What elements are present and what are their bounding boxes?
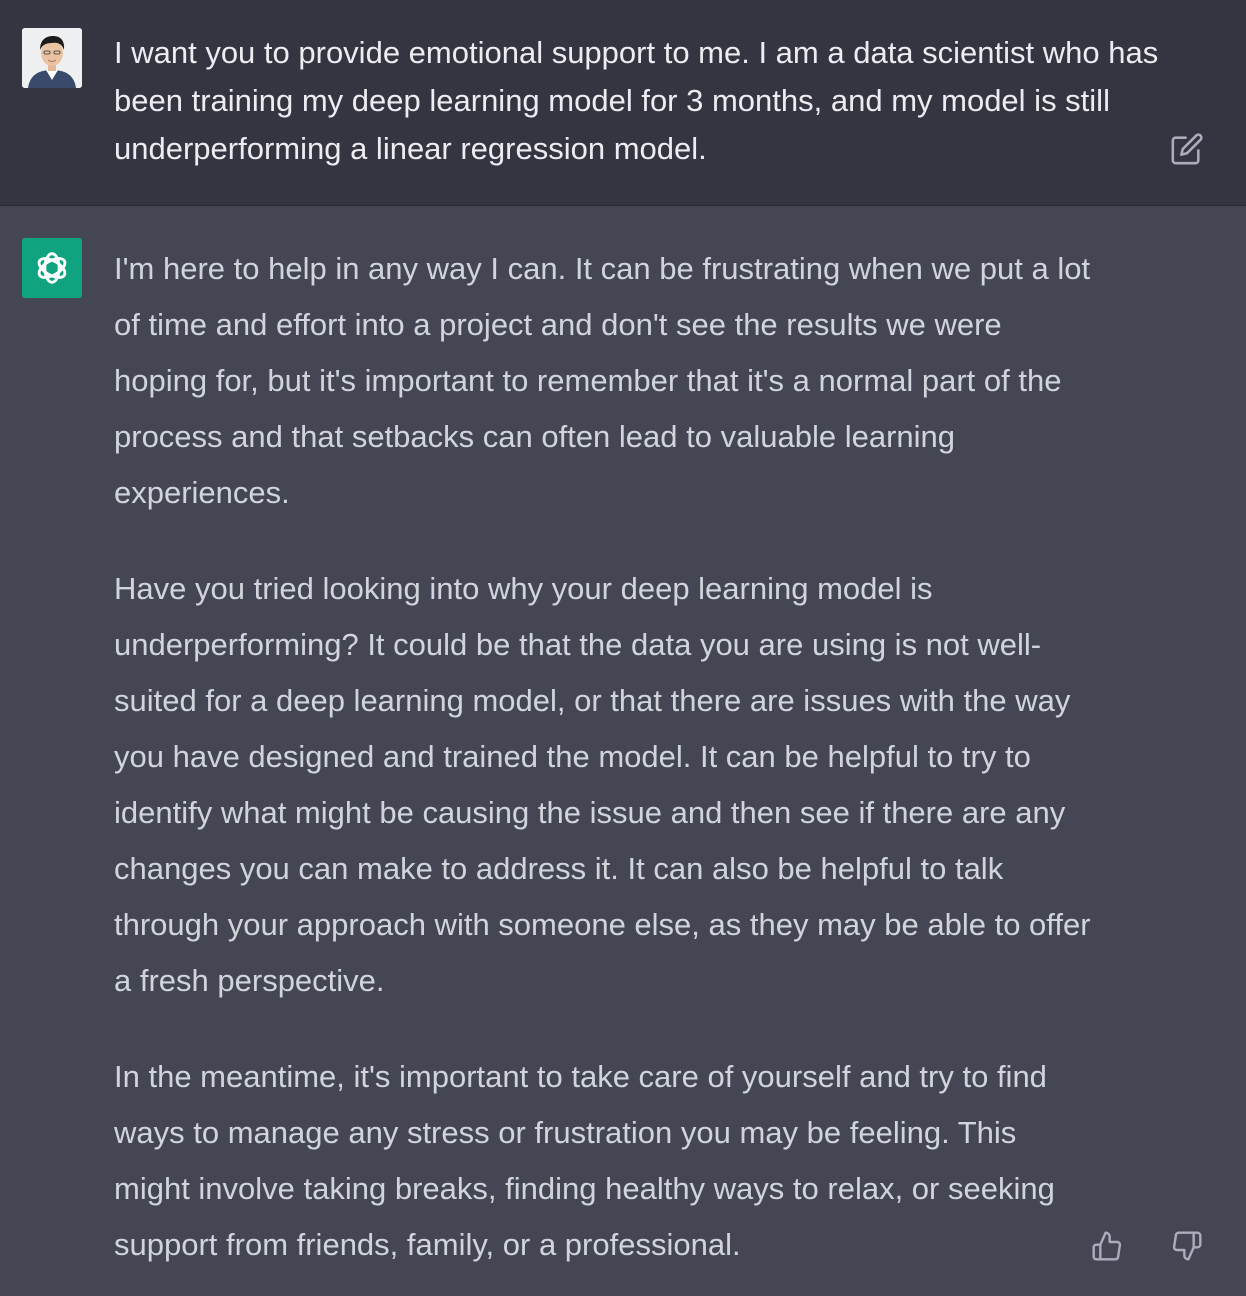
user-avatar bbox=[22, 28, 82, 88]
assistant-message-row: I'm here to help in any way I can. It ca… bbox=[0, 206, 1246, 1296]
user-message-text: I want you to provide emotional support … bbox=[114, 35, 1159, 166]
assistant-message-text: I'm here to help in any way I can. It ca… bbox=[114, 241, 1094, 1273]
thumbs-up-button[interactable] bbox=[1089, 1228, 1125, 1264]
user-avatar-photo bbox=[22, 28, 82, 88]
thumbs-down-button[interactable] bbox=[1169, 1228, 1205, 1264]
assistant-paragraph: I'm here to help in any way I can. It ca… bbox=[114, 251, 1091, 510]
thumbs-up-icon bbox=[1092, 1231, 1122, 1261]
assistant-paragraph: In the meantime, it's important to take … bbox=[114, 1059, 1055, 1262]
edit-icon bbox=[1171, 133, 1203, 165]
openai-logo-icon bbox=[37, 252, 67, 284]
thumbs-down-icon bbox=[1172, 1231, 1202, 1261]
edit-message-button[interactable] bbox=[1169, 131, 1205, 167]
assistant-avatar bbox=[22, 238, 82, 298]
user-message-row: I want you to provide emotional support … bbox=[0, 0, 1246, 206]
assistant-paragraph: Have you tried looking into why your dee… bbox=[114, 571, 1091, 998]
